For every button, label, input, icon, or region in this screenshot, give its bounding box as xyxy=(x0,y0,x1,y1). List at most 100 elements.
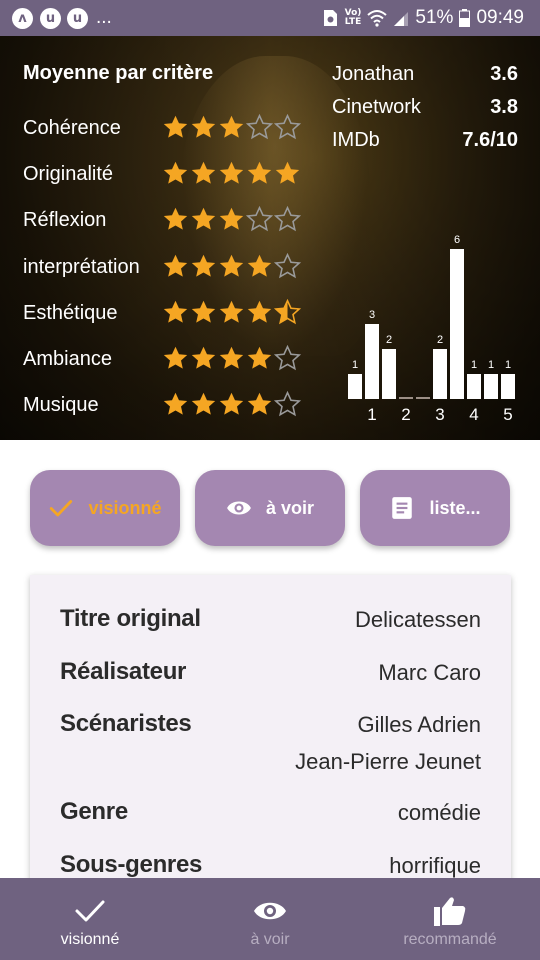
star-full-icon xyxy=(191,115,216,138)
volte-icon: Vo) LTE xyxy=(344,8,362,27)
star-full-icon xyxy=(219,254,244,277)
criterion-label: Ambiance xyxy=(23,348,112,370)
star-full-icon xyxy=(275,161,300,184)
nav-recommended-label: recommandé xyxy=(403,931,497,948)
histogram-bar xyxy=(348,374,362,399)
list-icon xyxy=(392,497,413,519)
histogram-bar xyxy=(484,374,498,399)
histogram-bar xyxy=(416,397,430,399)
criterion-stars xyxy=(162,391,301,418)
star-full-icon xyxy=(163,115,188,138)
list-button-label: liste... xyxy=(429,497,481,518)
star-full-icon xyxy=(191,392,216,415)
movie-details-card: Titre original Delicatessen Réalisateur … xyxy=(30,575,511,905)
star-full-icon xyxy=(163,161,188,184)
original-title-value: Delicatessen xyxy=(355,607,481,632)
bar-value-label: 2 xyxy=(437,334,443,346)
genre-value[interactable]: comédie xyxy=(398,800,481,826)
director-value[interactable]: Marc Caro xyxy=(378,660,481,686)
sim-icon xyxy=(323,10,337,26)
check-icon xyxy=(75,900,105,922)
star-full-icon xyxy=(191,161,216,184)
writer-value[interactable]: Gilles Adrien xyxy=(357,712,481,738)
star-empty-icon xyxy=(274,206,301,232)
bar-value-label: 1 xyxy=(352,359,358,371)
star-full-icon xyxy=(191,346,216,369)
star-full-icon xyxy=(247,254,272,277)
list-button[interactable]: liste... xyxy=(360,470,510,546)
star-full-icon xyxy=(163,300,188,323)
app-notification-icon: ʌ xyxy=(12,8,33,29)
star-full-icon xyxy=(191,207,216,230)
star-full-icon xyxy=(219,115,244,138)
criterion-label: Réflexion xyxy=(23,209,107,231)
writers-label: Scénaristes xyxy=(60,710,192,737)
star-full-icon xyxy=(247,346,272,369)
score-source-label: Cinetwork xyxy=(332,96,421,118)
star-empty-icon xyxy=(274,345,301,371)
score-source-label: Jonathan xyxy=(332,63,415,85)
subgenres-value[interactable]: horrifique xyxy=(389,853,481,879)
star-half-icon xyxy=(274,299,301,325)
score-source-label: IMDb xyxy=(332,129,380,151)
director-label: Réalisateur xyxy=(60,658,187,685)
star-full-icon xyxy=(191,254,216,277)
bar-value-label: 2 xyxy=(386,334,392,346)
x-tick-label: 3 xyxy=(435,405,444,424)
star-full-icon xyxy=(163,254,188,277)
watched-button[interactable]: visionné xyxy=(30,470,180,546)
signal-icon xyxy=(394,11,409,26)
nav-watched-label: visionné xyxy=(60,931,120,948)
status-bar: ʌ u u ... Vo) LTE 51% 09:49 xyxy=(0,0,540,36)
star-empty-icon xyxy=(274,391,301,417)
nav-recommended[interactable]: recommandé xyxy=(360,878,540,960)
watched-button-label: visionné xyxy=(88,497,162,518)
x-tick-label: 5 xyxy=(503,405,512,424)
star-empty-icon xyxy=(274,114,301,140)
bar-value-label: 3 xyxy=(369,309,375,321)
star-full-icon xyxy=(247,300,272,323)
criterion-stars xyxy=(162,253,301,280)
eye-icon xyxy=(227,501,251,515)
genre-label: Genre xyxy=(60,798,128,825)
star-full-icon xyxy=(163,346,188,369)
score-value: 3.6 xyxy=(490,63,518,85)
star-full-icon xyxy=(191,300,216,323)
star-empty-icon xyxy=(274,253,301,279)
battery-percent: 51% xyxy=(415,7,454,28)
bar-value-label: 6 xyxy=(454,234,460,246)
nav-to-watch[interactable]: à voir xyxy=(180,878,360,960)
histogram-bar xyxy=(467,374,481,399)
histogram-bar xyxy=(501,374,515,399)
star-full-icon xyxy=(163,207,188,230)
criterion-label: Esthétique xyxy=(23,302,118,324)
histogram-bar xyxy=(450,249,464,399)
app-notification-icon: u xyxy=(67,8,88,29)
to-watch-button-label: à voir xyxy=(265,497,315,518)
to-watch-button[interactable]: à voir xyxy=(195,470,345,546)
app-notification-icon: u xyxy=(40,8,61,29)
ratings-title: Moyenne par critère xyxy=(23,62,214,84)
wifi-icon xyxy=(367,10,388,27)
score-value: 7.6/10 xyxy=(462,129,518,151)
criterion-label: interprétation xyxy=(23,256,140,278)
thumbs-up-icon xyxy=(434,897,466,926)
criterion-stars xyxy=(162,206,301,233)
subgenres-label: Sous-genres xyxy=(60,851,203,878)
criterion-stars xyxy=(162,114,301,141)
criterion-stars xyxy=(162,299,301,326)
bar-value-label: 1 xyxy=(471,359,477,371)
histogram-bar xyxy=(382,349,396,399)
nav-watched[interactable]: visionné xyxy=(0,878,180,960)
histogram-bar xyxy=(399,397,413,399)
score-value: 3.8 xyxy=(490,96,518,118)
x-tick-label: 1 xyxy=(367,405,376,424)
eye-icon xyxy=(254,902,286,920)
histogram-bar xyxy=(433,349,447,399)
writer-value[interactable]: Jean-Pierre Jeunet xyxy=(295,749,481,775)
star-full-icon xyxy=(219,392,244,415)
star-empty-icon xyxy=(246,206,273,232)
star-full-icon xyxy=(219,207,244,230)
star-full-icon xyxy=(219,346,244,369)
rating-distribution-chart: 132 261 1 11 2 3 4 5 xyxy=(348,234,515,424)
